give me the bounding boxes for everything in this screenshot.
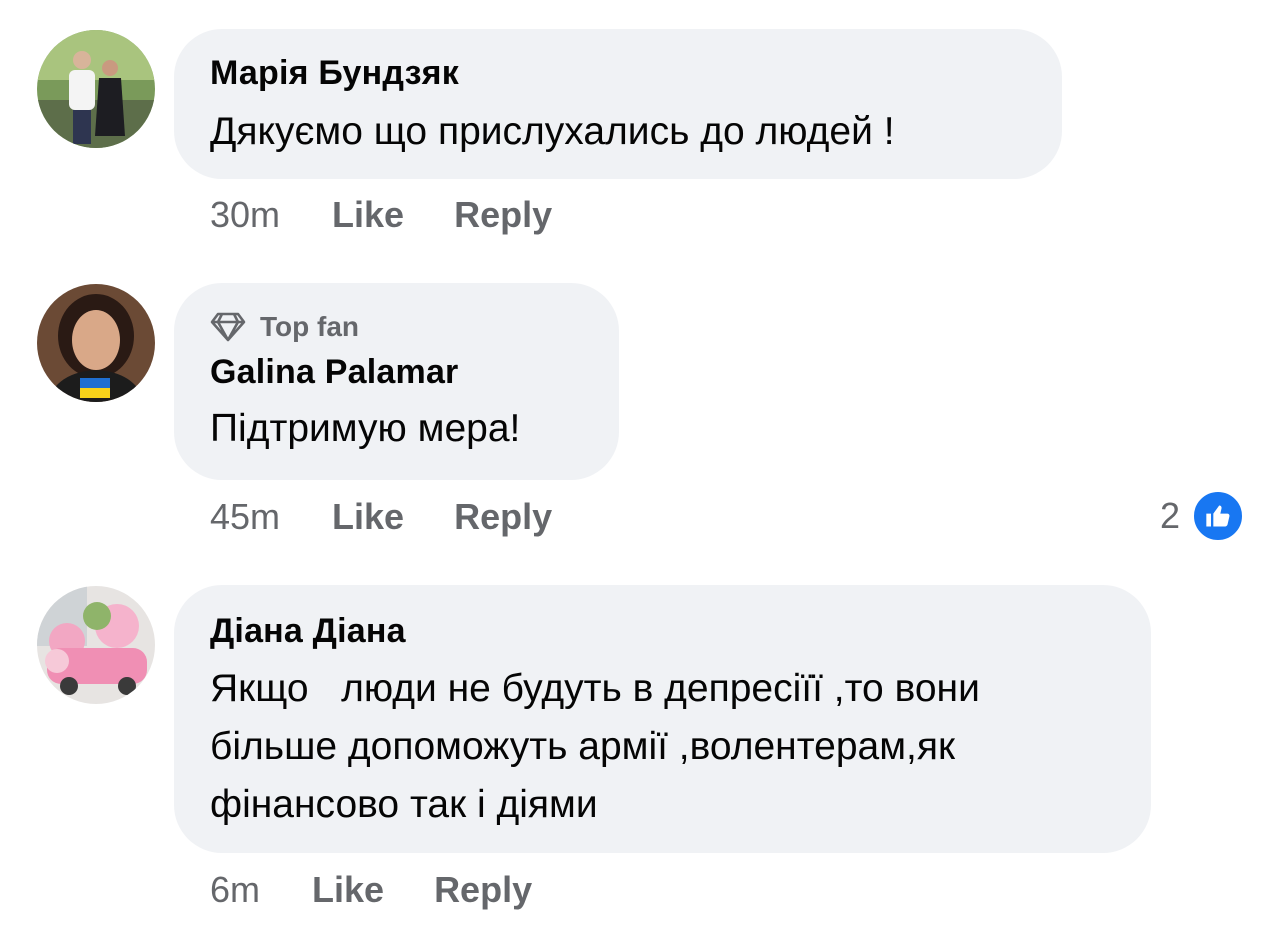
comment-actions: 45m Like Reply — [210, 496, 552, 538]
like-button[interactable]: Like — [332, 496, 404, 538]
thumbs-up-icon — [1192, 490, 1244, 542]
avatar-photo-flower-car — [37, 586, 155, 704]
reply-button[interactable]: Reply — [454, 496, 552, 538]
comment-bubble: Top fan Galina Palamar Підтримую мера! — [174, 283, 619, 480]
comment-text: Дякуємо що прислухались до людей ! — [210, 110, 895, 153]
like-button[interactable]: Like — [312, 869, 384, 911]
comment-actions: 6m Like Reply — [210, 869, 532, 911]
avatar[interactable] — [37, 586, 155, 704]
comment-author[interactable]: Марія Бундзяк — [210, 54, 1026, 93]
comment-timestamp[interactable]: 6m — [210, 869, 260, 911]
top-fan-badge: Top fan — [210, 311, 583, 343]
comment-timestamp[interactable]: 30m — [210, 194, 280, 236]
avatar-photo-couple — [37, 30, 155, 148]
comment-actions: 30m Like Reply — [210, 194, 552, 236]
comment-text: Якщо люди не будуть в депресіїї ,то вони… — [210, 667, 991, 826]
comment-text: Підтримую мера! — [210, 407, 521, 450]
top-fan-label: Top fan — [260, 311, 360, 342]
like-button[interactable]: Like — [332, 194, 404, 236]
reply-button[interactable]: Reply — [454, 194, 552, 236]
comment-author[interactable]: Діана Діана — [210, 612, 1121, 651]
diamond-icon — [210, 312, 246, 342]
reply-button[interactable]: Reply — [434, 869, 532, 911]
avatar-photo-woman — [37, 284, 155, 402]
comment-author[interactable]: Galina Palamar — [210, 353, 583, 392]
comment-bubble: Діана Діана Якщо люди не будуть в депрес… — [174, 585, 1151, 853]
comment-bubble: Марія Бундзяк Дякуємо що прислухались до… — [174, 29, 1062, 179]
reaction-summary[interactable]: 2 — [1160, 490, 1244, 542]
avatar[interactable] — [37, 284, 155, 402]
reaction-count: 2 — [1159, 495, 1180, 536]
avatar[interactable] — [37, 30, 155, 148]
comment-timestamp[interactable]: 45m — [210, 496, 280, 538]
